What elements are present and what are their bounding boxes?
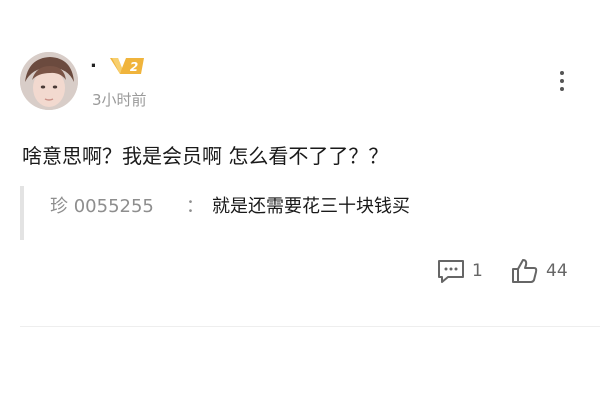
like-count: 44 (546, 261, 568, 281)
thumbs-up-icon (512, 259, 538, 283)
avatar-image (20, 52, 78, 110)
username[interactable]: . (90, 50, 97, 74)
reply-text: 就是还需要花三十块钱买 (212, 196, 410, 217)
reply-separator: ： (186, 196, 204, 217)
comment-icon (438, 260, 464, 283)
more-vertical-icon-dot (560, 79, 564, 83)
comment-button[interactable]: 1 (436, 256, 483, 286)
avatar[interactable] (20, 52, 78, 110)
more-vertical-icon-dot (560, 87, 564, 91)
timestamp: 3小时前 (92, 91, 147, 109)
vip-level-badge: 2 (108, 55, 146, 77)
more-vertical-icon (560, 71, 564, 75)
divider (20, 326, 600, 327)
comment-count: 1 (472, 261, 483, 281)
like-button[interactable]: 44 (510, 256, 568, 286)
reply-author[interactable]: 珍 0055255 (50, 194, 154, 220)
comment-text: 啥意思啊？我是会员啊 怎么看不了了？？ (22, 144, 389, 168)
level-number: 2 (130, 60, 138, 74)
more-options-button[interactable] (552, 68, 572, 94)
reply-preview[interactable]: 珍 0055255 ： 就是还需要花三十块钱买 (20, 186, 564, 240)
